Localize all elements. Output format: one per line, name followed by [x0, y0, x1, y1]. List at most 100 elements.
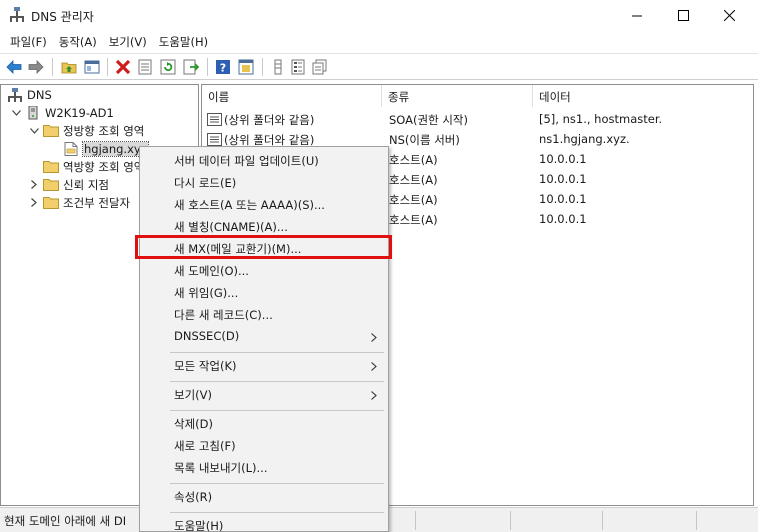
menu-item-new-alias[interactable]: 새 별칭(CNAME)(A)...: [140, 215, 388, 237]
show-hide-tree-icon[interactable]: [83, 58, 101, 76]
status-divider: [696, 511, 697, 530]
record-data: 10.0.0.1: [539, 152, 587, 166]
tree-item-conditional-forwarders[interactable]: 조건부 전달자: [29, 194, 130, 211]
status-text: 현재 도메인 아래에 새 DI: [4, 514, 127, 528]
chevron-down-icon[interactable]: [11, 108, 21, 118]
menu-item-export-list[interactable]: 목록 내보내기(L)...: [140, 456, 388, 478]
menu-help[interactable]: 도움말(H): [153, 31, 214, 53]
folder-icon: [43, 196, 59, 210]
tree-label: DNS: [27, 87, 52, 102]
menu-item-label: 도움말(H): [174, 519, 224, 532]
menu-item-label: DNSSEC(D): [174, 329, 240, 343]
tree-item-dns[interactable]: DNS: [7, 86, 52, 103]
highlight-box: [135, 235, 392, 259]
menu-item-label: 다른 새 레코드(C)...: [174, 308, 273, 322]
submenu-arrow-icon: [371, 389, 377, 403]
status-divider: [415, 511, 416, 530]
menu-item-properties[interactable]: 속성(R): [140, 485, 388, 507]
menu-item-update-server-data-file[interactable]: 서버 데이터 파일 업데이트(U): [140, 149, 388, 171]
menu-separator: [170, 410, 384, 411]
record-type: 호스트(A): [389, 213, 438, 227]
list-icon[interactable]: [289, 58, 307, 76]
menu-item-view[interactable]: 보기(V): [140, 383, 388, 405]
help-icon[interactable]: ?: [214, 58, 232, 76]
menu-view[interactable]: 보기(V): [103, 31, 153, 53]
menu-item-new-host[interactable]: 새 호스트(A 또는 AAAA)(S)...: [140, 193, 388, 215]
record-type: 호스트(A): [389, 153, 438, 167]
chevron-right-icon[interactable]: [29, 198, 39, 208]
menu-item-delete[interactable]: 삭제(D): [140, 412, 388, 434]
record-data: 10.0.0.1: [539, 172, 587, 186]
record-type: 호스트(A): [389, 193, 438, 207]
tree-item-forward-zone[interactable]: 정방향 조회 영역: [29, 122, 144, 139]
tree-item-server[interactable]: W2K19-AD1: [11, 104, 114, 121]
menu-file[interactable]: 파일(F): [0, 31, 53, 53]
column-header-name[interactable]: 이름: [202, 85, 382, 107]
menu-item-label: 보기(V): [174, 388, 212, 402]
minimize-button[interactable]: [614, 0, 660, 31]
chevron-right-icon[interactable]: [29, 180, 39, 190]
menu-item-new-delegation[interactable]: 새 위임(G)...: [140, 281, 388, 303]
folder-icon: [43, 178, 59, 192]
refresh-icon[interactable]: [159, 58, 177, 76]
submenu-arrow-icon: [371, 360, 377, 374]
title-bar: DNS 관리자: [0, 0, 758, 31]
close-button[interactable]: [706, 0, 752, 31]
menu-separator: [170, 483, 384, 484]
menu-item-dnssec[interactable]: DNSSEC(D): [140, 325, 388, 347]
export-list-icon[interactable]: [182, 58, 200, 76]
toolbar-separator: [262, 58, 263, 76]
record-type: SOA(권한 시작): [389, 113, 468, 127]
context-menu: 서버 데이터 파일 업데이트(U) 다시 로드(E) 새 호스트(A 또는 AA…: [139, 146, 389, 532]
chevron-down-icon[interactable]: [29, 126, 39, 136]
name-cell: (상위 폴더와 같음): [207, 112, 314, 128]
dns-root-icon: [7, 87, 23, 102]
record-name: (상위 폴더와 같음): [224, 133, 315, 147]
status-divider: [510, 511, 511, 530]
menu-item-label: 새 별칭(CNAME)(A)...: [174, 220, 288, 234]
toolbar-separator: [107, 58, 108, 76]
folder-up-icon[interactable]: [60, 58, 78, 76]
record-icon: [207, 113, 222, 126]
menu-separator: [170, 512, 384, 513]
menu-separator: [170, 352, 384, 353]
column-header-data[interactable]: 데이터: [533, 85, 753, 107]
status-divider: [602, 511, 603, 530]
column-icon[interactable]: [269, 58, 287, 76]
tree-item-trust-points[interactable]: 신뢰 지점: [29, 176, 109, 193]
column-header-type[interactable]: 종류: [382, 85, 533, 107]
menu-item-new-domain[interactable]: 새 도메인(O)...: [140, 259, 388, 281]
menu-item-label: 서버 데이터 파일 업데이트(U): [174, 154, 319, 168]
record-data: [5], ns1., hostmaster.: [539, 112, 663, 126]
tree-label: 역방향 조회 영역: [63, 159, 145, 174]
tree-label: 신뢰 지점: [63, 177, 109, 192]
menu-item-refresh[interactable]: 새로 고침(F): [140, 434, 388, 456]
menu-item-label: 새 호스트(A 또는 AAAA)(S)...: [174, 198, 325, 212]
menu-item-all-tasks[interactable]: 모든 작업(K): [140, 354, 388, 376]
tree-label: 정방향 조회 영역: [63, 123, 145, 138]
back-arrow-icon[interactable]: [5, 58, 23, 76]
tree-item-reverse-zone[interactable]: 역방향 조회 영역: [43, 158, 144, 175]
menu-action[interactable]: 동작(A): [53, 31, 103, 53]
help-topic-icon[interactable]: [237, 58, 255, 76]
record-type: 호스트(A): [389, 173, 438, 187]
record-data: 10.0.0.1: [539, 212, 587, 226]
record-icon: [207, 133, 222, 146]
maximize-button[interactable]: [660, 0, 706, 31]
toolbar-separator: [207, 58, 208, 76]
table-row[interactable]: (상위 폴더와 같음) SOA(권한 시작) [5], ns1., hostma…: [202, 109, 753, 129]
menu-item-label: 새 위임(G)...: [174, 286, 239, 300]
menu-item-other-new-records[interactable]: 다른 새 레코드(C)...: [140, 303, 388, 325]
menu-item-help[interactable]: 도움말(H): [140, 514, 388, 532]
menu-item-label: 목록 내보내기(L)...: [174, 461, 268, 475]
menu-item-label: 모든 작업(K): [174, 359, 237, 373]
delete-icon[interactable]: [114, 58, 132, 76]
menu-item-reload[interactable]: 다시 로드(E): [140, 171, 388, 193]
tree-label: W2K19-AD1: [45, 105, 114, 120]
properties-icon[interactable]: [136, 58, 154, 76]
copy-icon[interactable]: [311, 58, 329, 76]
tree-item-zone-hgjang[interactable]: hgjang.xyz: [63, 140, 149, 157]
menu-item-label: 새로 고침(F): [174, 439, 236, 453]
folder-icon: [43, 160, 59, 174]
forward-arrow-icon[interactable]: [27, 58, 45, 76]
